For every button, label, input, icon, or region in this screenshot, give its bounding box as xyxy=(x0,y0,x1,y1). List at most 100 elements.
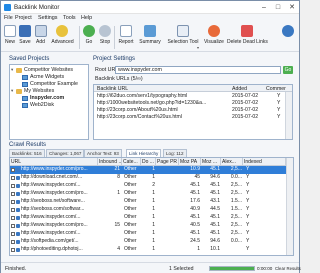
selection-tool-label: Selection Tool xyxy=(167,39,199,45)
cell-da: 45.1 xyxy=(210,214,220,220)
row-checkbox[interactable] xyxy=(11,200,15,204)
backlink-row[interactable]: http://23corp.com/Contact%20us.html 2015… xyxy=(94,114,292,121)
menu-file[interactable]: File xyxy=(4,15,13,21)
grid-scrollbar[interactable] xyxy=(286,158,293,255)
row-checkbox[interactable] xyxy=(11,176,15,180)
column-header-inbound[interactable]: Inbound ... xyxy=(98,158,122,166)
project-settings-heading: Project Settings xyxy=(93,56,136,62)
cell-idx: Y xyxy=(246,246,250,252)
cell-inbound: 15 xyxy=(114,222,120,228)
menu-tools[interactable]: Tools xyxy=(63,15,76,21)
menu-help[interactable]: Help xyxy=(81,15,92,21)
collapse-icon[interactable]: ▾ xyxy=(11,67,13,73)
menu-project[interactable]: Project xyxy=(15,15,32,21)
visualize-button[interactable]: Visualize xyxy=(202,25,226,51)
table-row[interactable]: http://photoediting.dphotoj... 4 Other 1 1 10… xyxy=(10,246,286,254)
table-row[interactable]: http://www.inspyder.com/pro... 1 Other 1 45.… xyxy=(10,190,286,198)
minimize-button[interactable]: – xyxy=(259,3,269,12)
go-button[interactable]: Go xyxy=(82,25,96,51)
cell-url: http://www.inspyder.com/... xyxy=(21,182,81,188)
menu-settings[interactable]: Settings xyxy=(38,15,57,21)
dropdown-arrow-icon[interactable]: ▾ xyxy=(197,45,199,50)
table-row[interactable]: http://www.inspyder.com/... Other 2 45.1 45.… xyxy=(10,182,286,190)
row-checkbox[interactable] xyxy=(11,208,15,212)
selection-tool-button[interactable]: Selection Tool ▾ xyxy=(166,25,200,51)
close-button[interactable]: ✕ xyxy=(287,3,297,12)
row-checkbox[interactable] xyxy=(11,224,15,228)
delete-dead-links-button[interactable]: Delete Dead Links xyxy=(227,25,268,51)
backlink-urls-label: Backlink URLs (5/∞) xyxy=(95,76,143,82)
table-row[interactable]: http://www.inspyder.com/... Other 1 45.1 45.… xyxy=(10,214,286,222)
row-checkbox[interactable] xyxy=(11,216,15,220)
row-checkbox[interactable] xyxy=(11,248,15,252)
column-header-added[interactable]: Added xyxy=(232,86,247,92)
page-icon xyxy=(16,176,20,180)
backlink-row[interactable]: http://23corp.com/About%20us.html 2015-0… xyxy=(94,107,292,114)
table-row[interactable]: http://softpedia.com/get/... Other 1 24.5 94… xyxy=(10,238,286,246)
tab-anchor-text[interactable]: Anchor Text: 93 xyxy=(84,149,122,157)
cell-url: http://www.inspyder.com/... xyxy=(21,230,81,236)
stop-button[interactable]: Stop xyxy=(98,25,112,51)
row-checkbox[interactable] xyxy=(11,192,15,196)
cell-inbound: 1 xyxy=(117,190,120,196)
tab-changes[interactable]: Changes: 1,067 xyxy=(46,149,85,157)
cell-idx: Y xyxy=(246,198,250,204)
column-header-category[interactable]: Cate... xyxy=(122,158,141,166)
row-checkbox[interactable] xyxy=(11,168,15,172)
tab-link-hierarchy[interactable]: Link Hierarchy xyxy=(126,149,162,157)
column-header-backlink-url[interactable]: Backlink URL xyxy=(97,86,128,92)
table-row[interactable]: http://www.inspyder.com/pro... 21 Other 1 10… xyxy=(10,166,286,174)
column-header-do[interactable]: Do ... xyxy=(141,158,156,166)
table-row[interactable]: http://download.cnet.com/... 8 Other 1 45 94.… xyxy=(10,174,286,182)
cell-idx: Y xyxy=(246,222,250,228)
cell-idx: Y xyxy=(246,190,250,196)
row-checkbox[interactable] xyxy=(11,232,15,236)
cell-da: 45.1 xyxy=(210,230,220,236)
column-header-page-pr[interactable]: Page PR xyxy=(156,158,179,166)
collapse-icon[interactable]: ▾ xyxy=(11,88,13,94)
row-checkbox[interactable] xyxy=(11,184,15,188)
app-window: Backlink Monitor – □ ✕ File Project Sett… xyxy=(0,0,301,273)
cell-inbound: 4 xyxy=(117,246,120,252)
backlink-list-scrollbar[interactable] xyxy=(285,92,292,139)
cell-idx: Y xyxy=(246,166,250,172)
root-url-input[interactable]: www.inspyder.com xyxy=(115,66,281,74)
tree-item-label: Competitor Websites xyxy=(24,67,74,73)
table-row[interactable]: http://seoboss.net/software... Other 1 17.6… xyxy=(10,198,286,206)
table-row[interactable]: http://www.inspyder.com/... Other 1 45.1 45.… xyxy=(10,230,286,238)
cell-do: 2 xyxy=(152,182,155,188)
tab-backlinks[interactable]: Backlinks: 516 xyxy=(9,149,45,157)
column-header-moz-da[interactable]: Moz ... xyxy=(201,158,221,166)
cell-idx: Y xyxy=(246,214,250,220)
row-checkbox[interactable] xyxy=(11,240,15,244)
new-button[interactable]: New xyxy=(3,25,17,51)
save-button[interactable]: Save xyxy=(18,25,32,51)
summary-chart-icon xyxy=(144,25,156,37)
column-header-moz-pa[interactable]: Moz PA xyxy=(179,158,201,166)
cell-da: 45.1 xyxy=(210,222,220,228)
table-row[interactable]: http://seoboss.com/softwar... Other 1 40.9 4… xyxy=(10,206,286,214)
table-row[interactable]: http://www.inspyder.com/pro... 15 Other 1 40… xyxy=(10,222,286,230)
tab-log[interactable]: Log: 112 xyxy=(163,149,187,157)
backlink-row[interactable]: http://i62duo.com/serv1/typography.html … xyxy=(94,93,292,100)
column-header-status[interactable]: Commer xyxy=(266,86,286,92)
cell-alexa: 2,5... xyxy=(230,222,242,228)
cell-da: 44.5 xyxy=(210,206,220,212)
backlink-status: Y xyxy=(277,100,281,106)
maximize-button[interactable]: □ xyxy=(273,3,283,12)
help-button[interactable] xyxy=(281,25,295,51)
column-header-url[interactable]: URL xyxy=(10,158,98,166)
backlink-row[interactable]: http://1000websitetools.net/go.php?id=12… xyxy=(94,100,292,107)
saved-projects-heading: Saved Projects xyxy=(9,56,50,62)
summary-button[interactable]: Summary xyxy=(137,25,163,51)
report-button[interactable]: Report xyxy=(117,25,135,51)
cell-cat: Other xyxy=(124,182,137,188)
cell-da: 45.1 xyxy=(210,182,220,188)
add-button[interactable]: Add xyxy=(34,25,47,51)
clear-results-button[interactable]: Clear Results xyxy=(275,266,301,271)
advanced-button[interactable]: Advanced xyxy=(48,25,77,51)
root-url-go-button[interactable]: Go xyxy=(283,66,293,74)
toolbar-separator xyxy=(114,26,115,49)
column-header-alexa[interactable]: Alex... xyxy=(221,158,243,166)
column-header-indexed[interactable]: Indexed xyxy=(243,158,286,166)
